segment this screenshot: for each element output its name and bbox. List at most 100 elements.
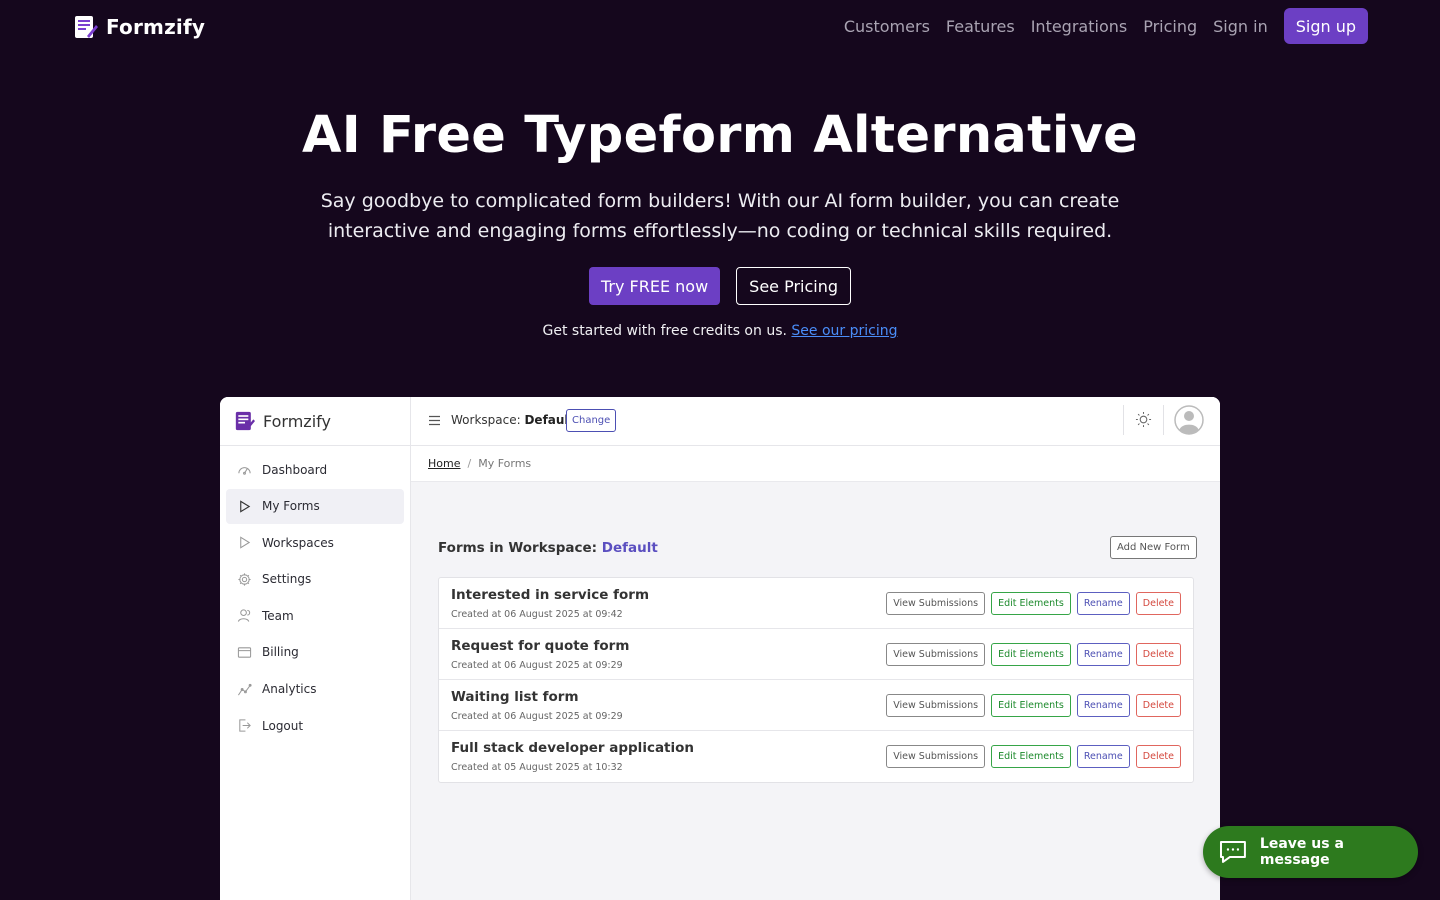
forms-heading-workspace: Default bbox=[601, 540, 658, 556]
delete-button[interactable]: Delete bbox=[1135, 592, 1181, 615]
sidebar-item-label: My Forms bbox=[262, 499, 320, 514]
sidebar-item-analytics[interactable]: Analytics bbox=[226, 672, 404, 707]
sidebar-item-label: Logout bbox=[262, 718, 304, 733]
form-row: Full stack developer application Created… bbox=[439, 731, 1193, 782]
hero-subtitle: Say goodbye to complicated form builders… bbox=[320, 190, 1120, 242]
sidebar: Formzify Dashboard My Forms Workspaces S… bbox=[220, 397, 411, 900]
sidebar-item-label: Team bbox=[262, 608, 294, 623]
topbar-divider bbox=[1163, 405, 1164, 435]
sidebar-brand[interactable]: Formzify bbox=[220, 397, 410, 446]
view-submissions-button[interactable]: View Submissions bbox=[886, 745, 986, 768]
rename-button[interactable]: Rename bbox=[1076, 694, 1130, 717]
form-list: Interested in service form Created at 06… bbox=[438, 577, 1194, 783]
nav-link-features[interactable]: Features bbox=[946, 17, 1015, 36]
form-row: Waiting list form Created at 06 August 2… bbox=[439, 680, 1193, 731]
sidebar-item-billing[interactable]: Billing bbox=[226, 635, 404, 670]
breadcrumb-current: My Forms bbox=[478, 457, 532, 470]
brand[interactable]: Formzify bbox=[74, 14, 205, 40]
dashboard-icon bbox=[238, 467, 251, 475]
form-title[interactable]: Waiting list form bbox=[451, 689, 579, 705]
credits-line: Get started with free credits on us. See… bbox=[0, 323, 1440, 339]
sidebar-item-team[interactable]: Team bbox=[226, 598, 404, 633]
form-row: Interested in service form Created at 06… bbox=[439, 578, 1193, 629]
see-pricing-button[interactable]: See Pricing bbox=[736, 267, 852, 305]
form-date: Created at 06 August 2025 at 09:29 bbox=[451, 711, 623, 722]
top-nav: Formzify Customers Features Integrations… bbox=[0, 0, 1440, 56]
breadcrumb-separator: / bbox=[467, 457, 472, 470]
app-screenshot: Formzify Dashboard My Forms Workspaces S… bbox=[220, 397, 1220, 900]
sidebar-item-settings[interactable]: Settings bbox=[226, 562, 404, 597]
cta-row: Try FREE now See Pricing bbox=[0, 267, 1440, 305]
app-topbar: Workspace: Default Change bbox=[411, 397, 1220, 446]
edit-elements-button[interactable]: Edit Elements bbox=[991, 643, 1071, 666]
breadcrumb: Home / My Forms bbox=[411, 446, 1220, 482]
hero-title: AI Free Typeform Alternative bbox=[301, 106, 1139, 165]
main-panel: Workspace: Default Change Home / My Form… bbox=[411, 397, 1220, 900]
sidebar-item-label: Workspaces bbox=[262, 535, 334, 550]
nav-link-sign-in[interactable]: Sign in bbox=[1213, 17, 1268, 36]
form-actions: View Submissions Edit Elements Rename De… bbox=[886, 694, 1181, 717]
sidebar-item-logout[interactable]: Logout bbox=[226, 708, 404, 743]
rename-button[interactable]: Rename bbox=[1076, 643, 1130, 666]
hamburger-menu-icon[interactable] bbox=[428, 414, 441, 427]
change-workspace-button[interactable]: Change bbox=[566, 409, 617, 432]
form-date: Created at 06 August 2025 at 09:42 bbox=[451, 609, 623, 620]
sidebar-item-my-forms[interactable]: My Forms bbox=[226, 488, 404, 524]
sidebar-item-label: Billing bbox=[262, 645, 299, 660]
edit-elements-button[interactable]: Edit Elements bbox=[991, 745, 1071, 768]
nav-link-pricing[interactable]: Pricing bbox=[1143, 17, 1197, 36]
sidebar-item-label: Dashboard bbox=[262, 462, 328, 477]
view-submissions-button[interactable]: View Submissions bbox=[886, 592, 986, 615]
rename-button[interactable]: Rename bbox=[1076, 745, 1130, 768]
edit-elements-button[interactable]: Edit Elements bbox=[991, 592, 1071, 615]
nav-link-integrations[interactable]: Integrations bbox=[1031, 17, 1128, 36]
forms-heading: Forms in Workspace: Default bbox=[438, 540, 658, 556]
add-new-form-button[interactable]: Add New Form bbox=[1110, 536, 1197, 559]
logo-icon bbox=[235, 411, 255, 431]
signup-button[interactable]: Sign up bbox=[1283, 8, 1368, 44]
analytics-icon bbox=[237, 683, 252, 695]
form-date: Created at 06 August 2025 at 09:29 bbox=[451, 660, 623, 671]
breadcrumb-home[interactable]: Home bbox=[428, 457, 460, 470]
form-actions: View Submissions Edit Elements Rename De… bbox=[886, 592, 1181, 615]
play-icon bbox=[240, 536, 251, 549]
topbar-divider bbox=[1123, 405, 1124, 435]
chat-icon bbox=[1219, 841, 1246, 863]
rename-button[interactable]: Rename bbox=[1076, 592, 1130, 615]
sidebar-item-workspaces[interactable]: Workspaces bbox=[226, 525, 404, 560]
sidebar-item-label: Analytics bbox=[262, 682, 317, 697]
sidebar-brand-name: Formzify bbox=[263, 411, 331, 431]
gear-icon bbox=[238, 573, 251, 586]
sun-icon[interactable] bbox=[1135, 411, 1152, 428]
pricing-link[interactable]: See our pricing bbox=[791, 323, 897, 339]
view-submissions-button[interactable]: View Submissions bbox=[886, 694, 986, 717]
team-icon bbox=[237, 609, 251, 623]
nav-link-customers[interactable]: Customers bbox=[844, 17, 930, 36]
forms-heading-prefix: Forms in Workspace: bbox=[438, 540, 598, 556]
form-date: Created at 05 August 2025 at 10:32 bbox=[451, 762, 623, 773]
form-actions: View Submissions Edit Elements Rename De… bbox=[886, 745, 1181, 768]
try-free-button[interactable]: Try FREE now bbox=[588, 267, 721, 305]
delete-button[interactable]: Delete bbox=[1135, 643, 1181, 666]
view-submissions-button[interactable]: View Submissions bbox=[886, 643, 986, 666]
form-actions: View Submissions Edit Elements Rename De… bbox=[886, 643, 1181, 666]
form-title[interactable]: Request for quote form bbox=[451, 638, 629, 654]
sidebar-item-dashboard[interactable]: Dashboard bbox=[226, 452, 404, 487]
credits-text: Get started with free credits on us. bbox=[542, 323, 787, 339]
delete-button[interactable]: Delete bbox=[1135, 745, 1181, 768]
sidebar-menu: Dashboard My Forms Workspaces Settings T… bbox=[220, 446, 410, 743]
billing-icon bbox=[237, 647, 252, 658]
workspace-prefix: Workspace: bbox=[451, 413, 521, 427]
chat-widget-button[interactable]: Leave us a message bbox=[1203, 826, 1418, 878]
workspace-label: Workspace: Default bbox=[451, 413, 574, 427]
form-title[interactable]: Full stack developer application bbox=[451, 740, 694, 756]
logout-icon bbox=[239, 719, 251, 732]
edit-elements-button[interactable]: Edit Elements bbox=[991, 694, 1071, 717]
logo-icon bbox=[75, 16, 98, 38]
form-title[interactable]: Interested in service form bbox=[451, 587, 649, 603]
avatar[interactable] bbox=[1174, 405, 1204, 435]
brand-name: Formzify bbox=[106, 15, 206, 39]
delete-button[interactable]: Delete bbox=[1135, 694, 1181, 717]
form-row: Request for quote form Created at 06 Aug… bbox=[439, 629, 1193, 680]
sidebar-item-label: Settings bbox=[262, 572, 312, 587]
